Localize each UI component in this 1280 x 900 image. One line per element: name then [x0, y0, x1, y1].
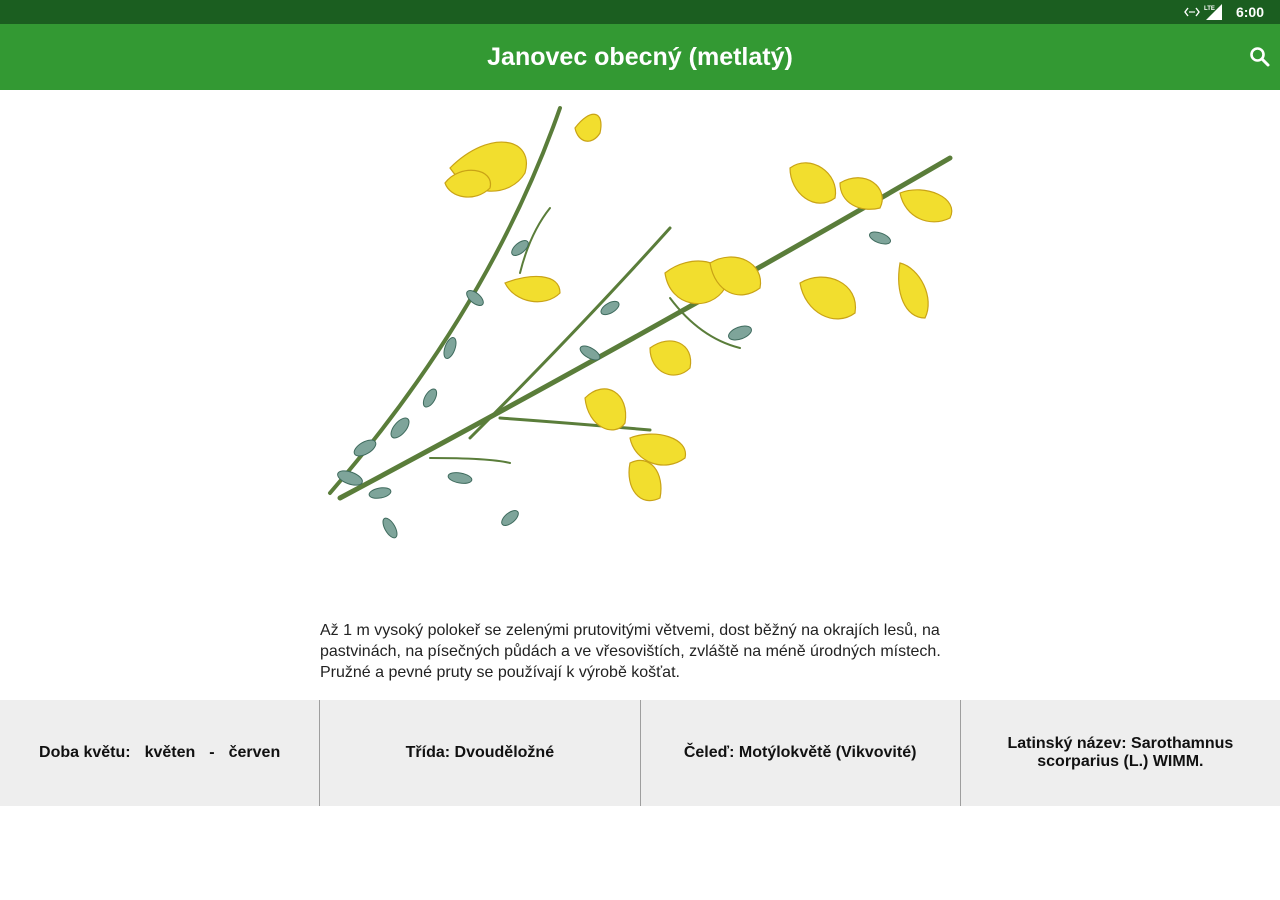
status-time: 6:00 — [1235, 4, 1264, 20]
plant-family: Čeleď: Motýlokvětě (Vikvovité) — [641, 700, 961, 806]
search-button[interactable] — [1248, 45, 1272, 69]
status-icons: LTE — [1184, 4, 1222, 20]
app-bar: Janovec obecný (metlatý) — [0, 24, 1280, 90]
latin-name: Latinský název: Sarothamnus scorparius (… — [1007, 735, 1234, 770]
plant-description: Až 1 m vysoký polokeř se zelenými prutov… — [320, 622, 941, 681]
svg-text:LTE: LTE — [1204, 6, 1215, 12]
bloom-label: Doba květu: — [39, 744, 131, 761]
lte-signal-icon: LTE — [1204, 4, 1222, 20]
bloom-separator: - — [209, 744, 215, 761]
search-icon — [1250, 47, 1270, 67]
plant-class: Třída: Dvouděložné — [320, 700, 641, 806]
page-title: Janovec obecný (metlatý) — [487, 43, 793, 71]
data-transfer-icon — [1184, 7, 1200, 17]
info-strip: Doba květu: květen - červen Třída: Dvoud… — [0, 700, 1280, 806]
bloom-to: červen — [228, 744, 281, 761]
bloom-period: Doba květu: květen - červen — [0, 700, 321, 806]
broom-plant-illustration — [328, 106, 953, 539]
status-bar: LTE 6:00 — [0, 0, 1280, 24]
bloom-from: květen — [144, 744, 196, 761]
